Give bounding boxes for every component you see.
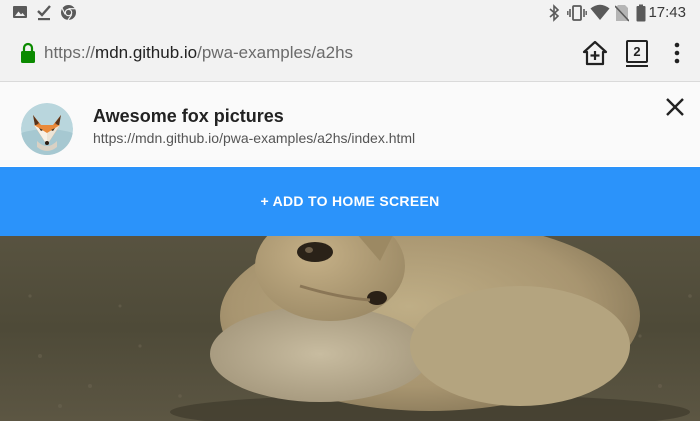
url-scheme: https://	[44, 43, 96, 62]
add-to-home-icon[interactable]	[582, 40, 608, 66]
battery-icon	[636, 4, 646, 22]
app-url: https://mdn.github.io/pwa-examples/a2hs/…	[93, 130, 416, 146]
url-text[interactable]: https://mdn.github.io/pwa-examples/a2hs	[44, 43, 353, 63]
no-sim-icon	[615, 5, 629, 22]
vibrate-icon	[567, 5, 587, 21]
lock-icon[interactable]	[20, 42, 36, 64]
add-to-home-screen-button[interactable]: + ADD TO HOME SCREEN	[0, 167, 700, 236]
wifi-icon	[590, 4, 610, 20]
add-to-home-screen-banner: Awesome fox pictures https://mdn.github.…	[0, 82, 700, 166]
address-bar[interactable]: https://mdn.github.io/pwa-examples/a2hs …	[0, 26, 700, 82]
fox-image	[0, 236, 700, 421]
image-icon	[13, 6, 27, 18]
tab-switcher-underline	[626, 65, 648, 67]
status-time: 17:43	[648, 4, 686, 21]
url-host: mdn.github.io	[95, 43, 198, 62]
fox-photo	[0, 236, 700, 421]
check-icon	[37, 5, 51, 21]
status-bar: 17:43	[0, 0, 700, 26]
app-name: Awesome fox pictures	[93, 106, 284, 126]
chrome-icon	[61, 5, 76, 21]
fox-icon	[21, 103, 73, 155]
url-path: /pwa-examples/a2hs	[197, 43, 354, 62]
tab-switcher-button[interactable]: 2	[626, 40, 648, 67]
overflow-menu-icon[interactable]	[672, 41, 682, 65]
browser-screen: 17:43 https://mdn.github.io/pwa-examples…	[0, 0, 700, 421]
tab-count: 2	[626, 40, 648, 63]
app-icon	[21, 103, 73, 155]
bluetooth-icon	[549, 4, 560, 22]
close-icon[interactable]	[664, 96, 686, 118]
